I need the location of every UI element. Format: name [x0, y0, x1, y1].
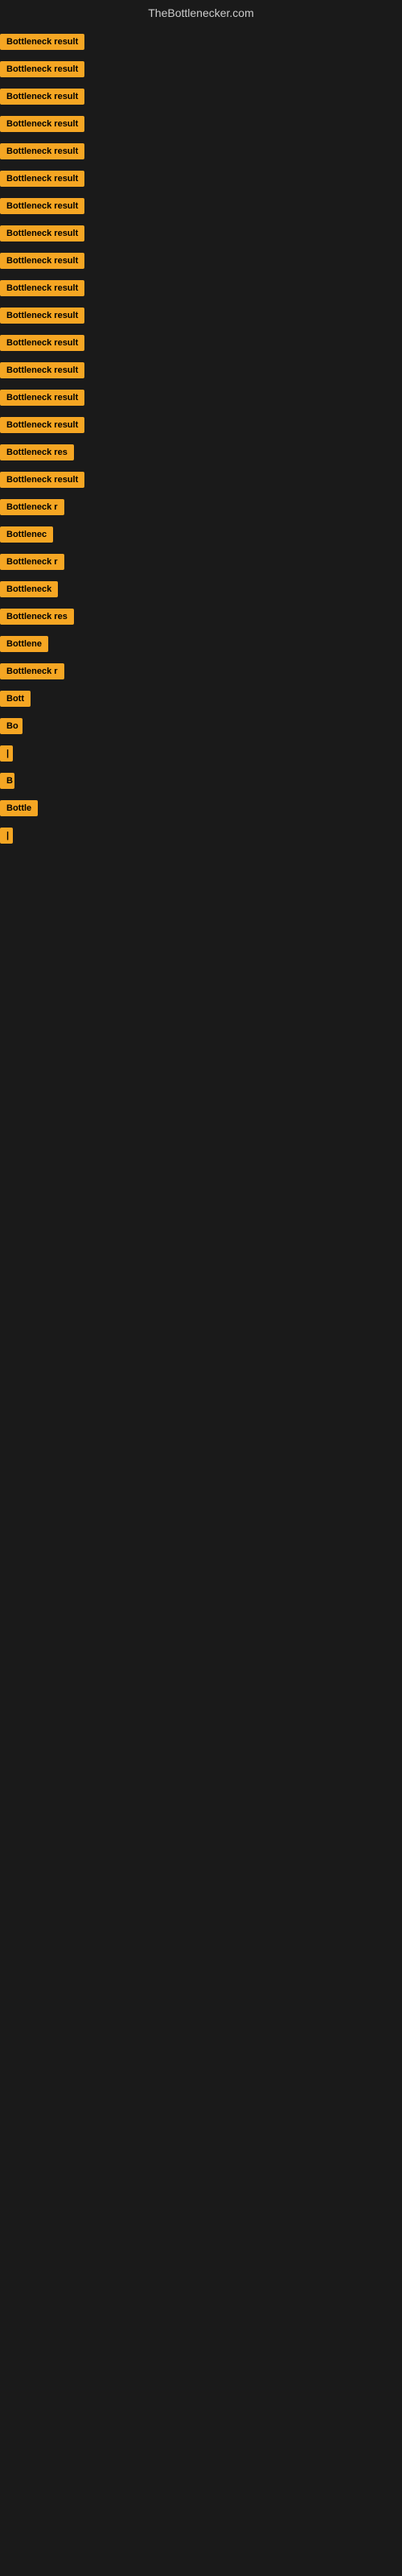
result-item: |: [0, 824, 402, 847]
bottleneck-result-badge[interactable]: |: [0, 745, 13, 762]
site-title: TheBottlenecker.com: [0, 0, 402, 23]
bottleneck-result-badge[interactable]: Bottlenec: [0, 526, 53, 543]
result-item: Bottleneck result: [0, 195, 402, 217]
bottleneck-result-badge[interactable]: Bottleneck result: [0, 89, 84, 105]
result-item: Bottleneck result: [0, 31, 402, 53]
result-item: Bottleneck result: [0, 140, 402, 163]
result-item: Bottleneck result: [0, 386, 402, 409]
result-item: Bo: [0, 715, 402, 737]
result-item: Bottleneck result: [0, 414, 402, 436]
bottleneck-result-badge[interactable]: Bottleneck result: [0, 280, 84, 296]
result-item: Bottleneck result: [0, 250, 402, 272]
result-item: Bottleneck result: [0, 469, 402, 491]
bottleneck-result-badge[interactable]: Bottleneck result: [0, 171, 84, 187]
bottleneck-result-badge[interactable]: Bottleneck result: [0, 308, 84, 324]
result-item: B: [0, 770, 402, 792]
result-item: Bottleneck result: [0, 222, 402, 245]
bottleneck-result-badge[interactable]: Bottle: [0, 800, 38, 816]
result-item: Bottleneck r: [0, 551, 402, 573]
result-item: Bottleneck result: [0, 58, 402, 80]
result-item: |: [0, 742, 402, 765]
bottleneck-result-badge[interactable]: Bottleneck result: [0, 198, 84, 214]
results-container: Bottleneck result Bottleneck result Bottle…: [0, 23, 402, 855]
bottleneck-result-badge[interactable]: Bottleneck r: [0, 554, 64, 570]
bottleneck-result-badge[interactable]: Bottleneck r: [0, 499, 64, 515]
result-item: Bott: [0, 687, 402, 710]
result-item: Bottlene: [0, 633, 402, 655]
bottleneck-result-badge[interactable]: Bottleneck res: [0, 444, 74, 460]
bottleneck-result-badge[interactable]: Bottleneck result: [0, 34, 84, 50]
bottleneck-result-badge[interactable]: B: [0, 773, 14, 789]
result-item: Bottleneck result: [0, 332, 402, 354]
bottleneck-result-badge[interactable]: |: [0, 828, 13, 844]
bottleneck-result-badge[interactable]: Bott: [0, 691, 31, 707]
result-item: Bottleneck res: [0, 605, 402, 628]
bottleneck-result-badge[interactable]: Bottleneck result: [0, 362, 84, 378]
result-item: Bottleneck result: [0, 85, 402, 108]
bottleneck-result-badge[interactable]: Bottleneck result: [0, 417, 84, 433]
result-item: Bottleneck r: [0, 496, 402, 518]
bottleneck-result-badge[interactable]: Bottleneck result: [0, 143, 84, 159]
bottleneck-result-badge[interactable]: Bottleneck result: [0, 225, 84, 242]
result-item: Bottleneck result: [0, 113, 402, 135]
result-item: Bottleneck result: [0, 167, 402, 190]
bottleneck-result-badge[interactable]: Bottleneck result: [0, 61, 84, 77]
site-title-container: TheBottlenecker.com: [0, 0, 402, 23]
result-item: Bottleneck res: [0, 441, 402, 464]
bottleneck-result-badge[interactable]: Bottleneck result: [0, 253, 84, 269]
bottleneck-result-badge[interactable]: Bottleneck result: [0, 116, 84, 132]
result-item: Bottleneck result: [0, 277, 402, 299]
result-item: Bottleneck result: [0, 359, 402, 382]
result-item: Bottleneck r: [0, 660, 402, 683]
bottleneck-result-badge[interactable]: Bottleneck res: [0, 609, 74, 625]
bottleneck-result-badge[interactable]: Bottleneck r: [0, 663, 64, 679]
bottleneck-result-badge[interactable]: Bottleneck result: [0, 472, 84, 488]
bottleneck-result-badge[interactable]: Bo: [0, 718, 23, 734]
result-item: Bottle: [0, 797, 402, 819]
bottleneck-result-badge[interactable]: Bottleneck result: [0, 390, 84, 406]
result-item: Bottlenec: [0, 523, 402, 546]
bottleneck-result-badge[interactable]: Bottleneck: [0, 581, 58, 597]
bottleneck-result-badge[interactable]: Bottleneck result: [0, 335, 84, 351]
result-item: Bottleneck: [0, 578, 402, 601]
bottleneck-result-badge[interactable]: Bottlene: [0, 636, 48, 652]
result-item: Bottleneck result: [0, 304, 402, 327]
